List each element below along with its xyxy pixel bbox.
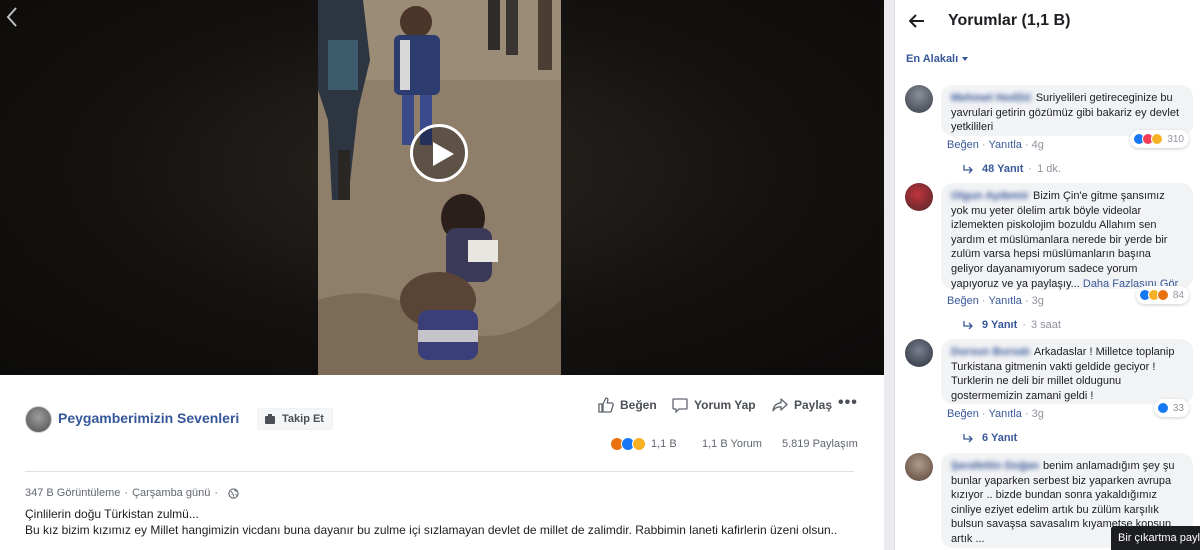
- comment-button[interactable]: Yorum Yap: [672, 395, 756, 415]
- comment-like-link[interactable]: Beğen: [947, 295, 979, 307]
- comment-reaction-count: 84: [1172, 289, 1184, 301]
- meta-separator: ·: [124, 487, 129, 499]
- replies-count: 6 Yanıt: [982, 432, 1018, 444]
- chevron-down-icon: [962, 57, 969, 61]
- follow-icon: [265, 414, 275, 424]
- like-reaction-icon: [1156, 402, 1169, 414]
- comment-actions: Beğen · Yanıtla · 3g: [947, 295, 1044, 307]
- comment-label: Yorum Yap: [694, 398, 756, 412]
- comment-reaction-count: 310: [1167, 133, 1184, 145]
- comment-bubble: Olgun Aydemir Bizim Çin'e gitme şansımız …: [941, 183, 1193, 290]
- comment-reaction-count: 33: [1172, 402, 1184, 414]
- comment-reactions[interactable]: 84: [1135, 286, 1189, 304]
- replies-count: 9 Yanıt: [982, 319, 1018, 331]
- replies-time: 3 saat: [1030, 319, 1061, 331]
- separator: ·: [1028, 163, 1033, 175]
- reaction-count: 1,1 B: [651, 438, 677, 450]
- meta-separator: ·: [214, 487, 219, 499]
- page-avatar[interactable]: [25, 406, 52, 433]
- video-still: [318, 0, 561, 375]
- play-button[interactable]: [410, 124, 468, 182]
- divider: [25, 471, 854, 472]
- comment-like-link[interactable]: Beğen: [947, 139, 979, 151]
- sort-dropdown[interactable]: En Alakalı: [906, 53, 969, 65]
- separator: ·: [981, 408, 986, 420]
- sort-label: En Alakalı: [906, 53, 959, 65]
- comment-bubble: Dursun Bursalı Arkadaslar ! Milletce topl…: [941, 339, 1193, 404]
- avatar[interactable]: [905, 183, 933, 211]
- share-count[interactable]: 5.819 Paylaşım: [782, 436, 858, 452]
- comment-bubble: Mehmet Hodžić Suriyelileri getireceginize…: [941, 85, 1193, 136]
- comment-reply-link[interactable]: Yanıtla: [988, 408, 1021, 420]
- share-arrow-icon: [772, 398, 788, 412]
- like-label: Beğen: [620, 398, 657, 412]
- sticker-share-tooltip[interactable]: Bir çıkartma paylaş: [1111, 526, 1200, 550]
- play-icon: [433, 142, 454, 166]
- video-frame: [318, 0, 561, 375]
- separator: ·: [981, 295, 986, 307]
- separator: ·: [981, 139, 986, 151]
- comment-time[interactable]: 3g: [1032, 408, 1044, 420]
- comments-pane: Yorumlar (1,1 B) En Alakalı Mehmet Hodži…: [894, 0, 1200, 550]
- comment-actions: Beğen · Yanıtla · 4g: [947, 139, 1044, 151]
- angry-reaction-icon: [1156, 289, 1169, 301]
- post-meta: 347 B Görüntüleme · Çarşamba günü ·: [25, 487, 239, 499]
- share-label: Paylaş: [794, 398, 833, 412]
- comment-reply-link[interactable]: Yanıtla: [988, 295, 1021, 307]
- comment-reactions[interactable]: 33: [1153, 399, 1189, 417]
- like-button[interactable]: Beğen: [598, 395, 657, 415]
- comment-count[interactable]: 1,1 B Yorum: [702, 436, 762, 452]
- avatar[interactable]: [905, 339, 933, 367]
- post-date[interactable]: Çarşamba günü: [132, 487, 210, 499]
- follow-label: Takip Et: [282, 413, 324, 425]
- comment-time[interactable]: 4g: [1032, 139, 1044, 151]
- comment-actions: Beğen · Yanıtla · 3g: [947, 408, 1044, 420]
- comments-title: Yorumlar (1,1 B): [948, 12, 1071, 29]
- chevron-left-icon[interactable]: [4, 6, 20, 28]
- video-player[interactable]: [0, 0, 884, 375]
- back-arrow-icon[interactable]: [909, 13, 925, 29]
- description-line-2: Bu kız bizim kızımız ey Millet hangimizi…: [25, 523, 838, 537]
- sad-reaction-icon: [632, 437, 646, 451]
- comment-reply-link[interactable]: Yanıtla: [988, 139, 1021, 151]
- post-description: Çinlilerin doğu Türkistan zulmü... Bu kı…: [25, 506, 855, 538]
- reply-arrow-icon: [963, 321, 973, 330]
- pane-gap: [884, 0, 894, 550]
- comment-author[interactable]: Mehmet Hodžić: [951, 92, 1032, 104]
- description-line-1: Çinlilerin doğu Türkistan zulmü...: [25, 507, 199, 521]
- comment-author[interactable]: Dursun Bursalı: [951, 346, 1030, 358]
- post-info: Peygamberimizin Sevenleri Takip Et Beğen…: [0, 375, 884, 550]
- comment-like-link[interactable]: Beğen: [947, 408, 979, 420]
- separator: ·: [1022, 319, 1026, 331]
- replies-time: 1 dk.: [1037, 163, 1061, 175]
- avatar[interactable]: [905, 453, 933, 481]
- replies-count: 48 Yanıt: [982, 163, 1024, 175]
- view-count: 347 B Görüntüleme: [25, 487, 121, 499]
- comments-header: Yorumlar (1,1 B): [895, 0, 1200, 42]
- comment-icon: [672, 398, 688, 413]
- page-name[interactable]: Peygamberimizin Sevenleri: [58, 410, 239, 426]
- more-dots-icon[interactable]: •••: [838, 393, 858, 413]
- view-replies-link[interactable]: 6 Yanıt: [963, 432, 1017, 444]
- comment-text: Bizim Çin'e gitme şansımız yok mu yeter …: [951, 190, 1168, 290]
- reaction-summary[interactable]: 1,1 B: [610, 436, 677, 452]
- follow-button[interactable]: Takip Et: [257, 408, 333, 430]
- comment-author[interactable]: Olgun Aydemir: [951, 190, 1029, 202]
- comment-author[interactable]: Şerafettin Doğan: [951, 460, 1039, 472]
- reply-arrow-icon: [963, 434, 973, 443]
- comment-reactions[interactable]: 310: [1130, 130, 1189, 148]
- globe-icon: [228, 487, 239, 499]
- reply-arrow-icon: [963, 165, 973, 174]
- sad-reaction-icon: [1151, 133, 1164, 145]
- view-replies-link[interactable]: 48 Yanıt · 1 dk.: [963, 163, 1061, 175]
- separator: ·: [1024, 408, 1029, 420]
- comment-time[interactable]: 3g: [1032, 295, 1044, 307]
- view-replies-link[interactable]: 9 Yanıt · 3 saat: [963, 319, 1061, 331]
- like-thumb-icon: [598, 397, 614, 413]
- separator: ·: [1024, 139, 1029, 151]
- avatar[interactable]: [905, 85, 933, 113]
- separator: ·: [1024, 295, 1029, 307]
- share-button[interactable]: Paylaş: [772, 395, 832, 415]
- facebook-video-viewer: Peygamberimizin Sevenleri Takip Et Beğen…: [0, 0, 1200, 550]
